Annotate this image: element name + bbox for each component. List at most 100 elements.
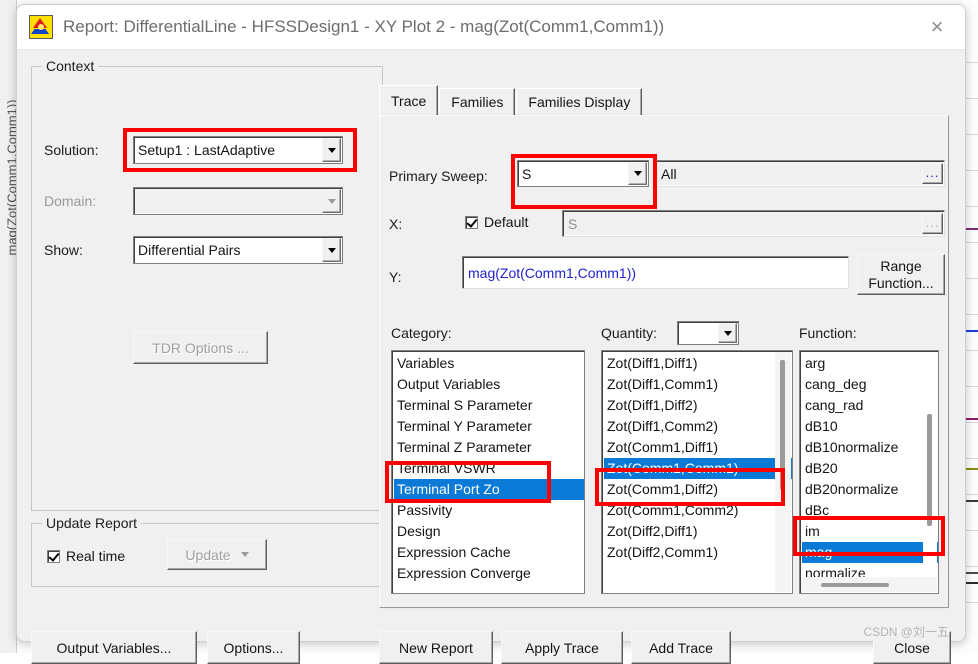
show-label: Show: — [44, 242, 83, 258]
list-item[interactable]: dB20 — [802, 458, 938, 479]
chevron-down-icon-sweep[interactable] — [628, 162, 647, 185]
tab-families-display[interactable]: Families Display — [516, 88, 643, 115]
chevron-down-icon-update — [240, 552, 249, 557]
list-item[interactable]: Expression Converge — [394, 563, 584, 584]
solution-combo[interactable]: Setup1 : LastAdaptive — [133, 136, 343, 164]
function-label: Function: — [799, 325, 857, 341]
chevron-down-icon-quantity[interactable] — [718, 323, 737, 343]
list-item[interactable]: Terminal Z Parameter — [394, 437, 584, 458]
quantity-items: Zot(Diff1,Diff1) Zot(Diff1,Comm1) Zot(Di… — [602, 351, 792, 563]
show-combo[interactable]: Differential Pairs — [133, 236, 343, 264]
background-plot-axis-strip: mag(Zot(Comm1,Comm1)) — [0, 0, 20, 653]
list-item[interactable]: Zot(Diff1,Comm2) — [604, 416, 792, 437]
context-group: Context — [31, 58, 383, 511]
list-item[interactable]: Zot(Diff2,Diff1) — [604, 521, 792, 542]
list-item[interactable]: cang_deg — [802, 374, 938, 395]
real-time-checkbox[interactable]: Real time — [47, 548, 125, 564]
tab-trace[interactable]: Trace — [379, 85, 439, 115]
dialog-body: Context Solution: Setup1 : LastAdaptive … — [17, 50, 965, 664]
list-item[interactable]: Zot(Diff2,Comm1) — [604, 542, 792, 563]
list-item[interactable]: Variables — [394, 353, 584, 374]
y-label: Y: — [389, 269, 402, 285]
quantity-combo[interactable] — [677, 321, 739, 345]
quantity-combo-value — [682, 321, 715, 345]
list-item[interactable]: Zot(Diff1,Diff1) — [604, 353, 792, 374]
list-item[interactable]: dBc — [802, 500, 938, 521]
x-browse-button: ... — [922, 213, 943, 234]
function-items: arg cang_deg cang_rad dB10 dB10normalize… — [800, 351, 938, 584]
chevron-down-icon[interactable] — [322, 138, 341, 162]
list-item[interactable]: Zot(Diff1,Comm1) — [604, 374, 792, 395]
report-dialog: Report: DifferentialLine - HFSSDesign1 -… — [16, 4, 966, 664]
tabstrip: Trace Families Families Display — [379, 85, 643, 115]
list-item[interactable]: Zot(Diff1,Diff2) — [604, 395, 792, 416]
x-default-checkbox[interactable]: Default — [465, 214, 528, 230]
tdr-options-button: TDR Options ... — [133, 331, 268, 364]
list-item[interactable]: Zot(Comm1,Comm2) — [604, 500, 792, 521]
list-item[interactable]: Expression Cache — [394, 542, 584, 563]
tab-families[interactable]: Families — [439, 88, 516, 115]
x-expression-field: S — [562, 210, 945, 237]
domain-combo — [133, 187, 343, 215]
list-item[interactable]: Zot(Comm1,Diff1) — [604, 437, 792, 458]
list-item[interactable]: Zot(Comm1,Diff2) — [604, 479, 792, 500]
list-item[interactable]: cang_rad — [802, 395, 938, 416]
list-item-selected[interactable]: Zot(Comm1,Comm1) — [604, 458, 792, 479]
watermark: CSDN @刘一五 — [863, 625, 949, 639]
list-item[interactable]: arg — [802, 353, 938, 374]
function-vertical-scrollbar[interactable] — [923, 352, 937, 577]
close-icon[interactable]: × — [915, 9, 959, 45]
y-expression-field[interactable]: mag(Zot(Comm1,Comm1)) — [462, 256, 849, 289]
primary-sweep-range-field[interactable]: All — [655, 160, 945, 187]
primary-sweep-value: S — [522, 165, 532, 182]
hfss-icon — [29, 15, 53, 39]
range-function-button[interactable]: Range Function... — [857, 254, 945, 295]
list-item[interactable]: Passivity — [394, 500, 584, 521]
list-item[interactable]: Terminal Y Parameter — [394, 416, 584, 437]
update-button-label: Update — [185, 546, 231, 563]
dialog-title: Report: DifferentialLine - HFSSDesign1 -… — [63, 17, 665, 36]
add-trace-button[interactable]: Add Trace — [631, 631, 731, 664]
list-item[interactable]: Output Variables — [394, 374, 584, 395]
range-function-line1: Range — [880, 258, 922, 275]
chevron-down-icon-show[interactable] — [322, 238, 341, 262]
apply-trace-button[interactable]: Apply Trace — [501, 631, 623, 664]
context-group-title: Context — [42, 58, 99, 74]
list-item[interactable]: im — [802, 521, 938, 542]
quantity-label: Quantity: — [601, 325, 658, 341]
primary-sweep-range-value: All — [661, 165, 677, 182]
list-item-selected[interactable]: mag — [802, 542, 938, 563]
domain-value — [138, 187, 319, 215]
list-item[interactable]: dB10normalize — [802, 437, 938, 458]
quantity-vertical-scrollbar[interactable] — [775, 352, 791, 592]
primary-sweep-combo[interactable]: S — [517, 160, 649, 187]
list-item[interactable]: dB10 — [802, 416, 938, 437]
category-label: Category: — [391, 325, 452, 341]
list-item[interactable]: dB20normalize — [802, 479, 938, 500]
function-horizontal-scrollbar[interactable] — [801, 577, 937, 592]
quantity-listbox[interactable]: Zot(Diff1,Diff1) Zot(Diff1,Comm1) Zot(Di… — [601, 350, 793, 594]
output-variables-button[interactable]: Output Variables... — [31, 631, 197, 664]
dialog-titlebar: Report: DifferentialLine - HFSSDesign1 -… — [17, 5, 965, 50]
options-button[interactable]: Options... — [207, 631, 300, 664]
list-item[interactable]: Terminal S Parameter — [394, 395, 584, 416]
list-item[interactable]: Design — [394, 521, 584, 542]
list-item-selected[interactable]: Terminal Port Zo — [394, 479, 584, 500]
solution-value: Setup1 : LastAdaptive — [138, 142, 275, 158]
primary-sweep-label: Primary Sweep: — [389, 168, 488, 184]
function-listbox[interactable]: arg cang_deg cang_rad dB10 dB10normalize… — [799, 350, 939, 594]
solution-label: Solution: — [44, 142, 99, 158]
range-function-line2: Function... — [868, 274, 934, 291]
show-value: Differential Pairs — [138, 242, 241, 258]
x-expression-value: S — [568, 215, 578, 232]
new-report-button[interactable]: New Report — [379, 631, 493, 664]
chevron-down-icon-domain — [322, 189, 341, 213]
y-expression-value: mag(Zot(Comm1,Comm1)) — [468, 264, 637, 281]
checkbox-check-icon — [47, 549, 60, 563]
list-item[interactable]: Terminal VSWR — [394, 458, 584, 479]
primary-sweep-browse-button[interactable]: ... — [922, 163, 943, 184]
category-listbox[interactable]: Variables Output Variables Terminal S Pa… — [391, 350, 585, 594]
x-default-label: Default — [484, 214, 529, 230]
update-button: Update — [167, 539, 267, 570]
real-time-label: Real time — [66, 548, 126, 564]
